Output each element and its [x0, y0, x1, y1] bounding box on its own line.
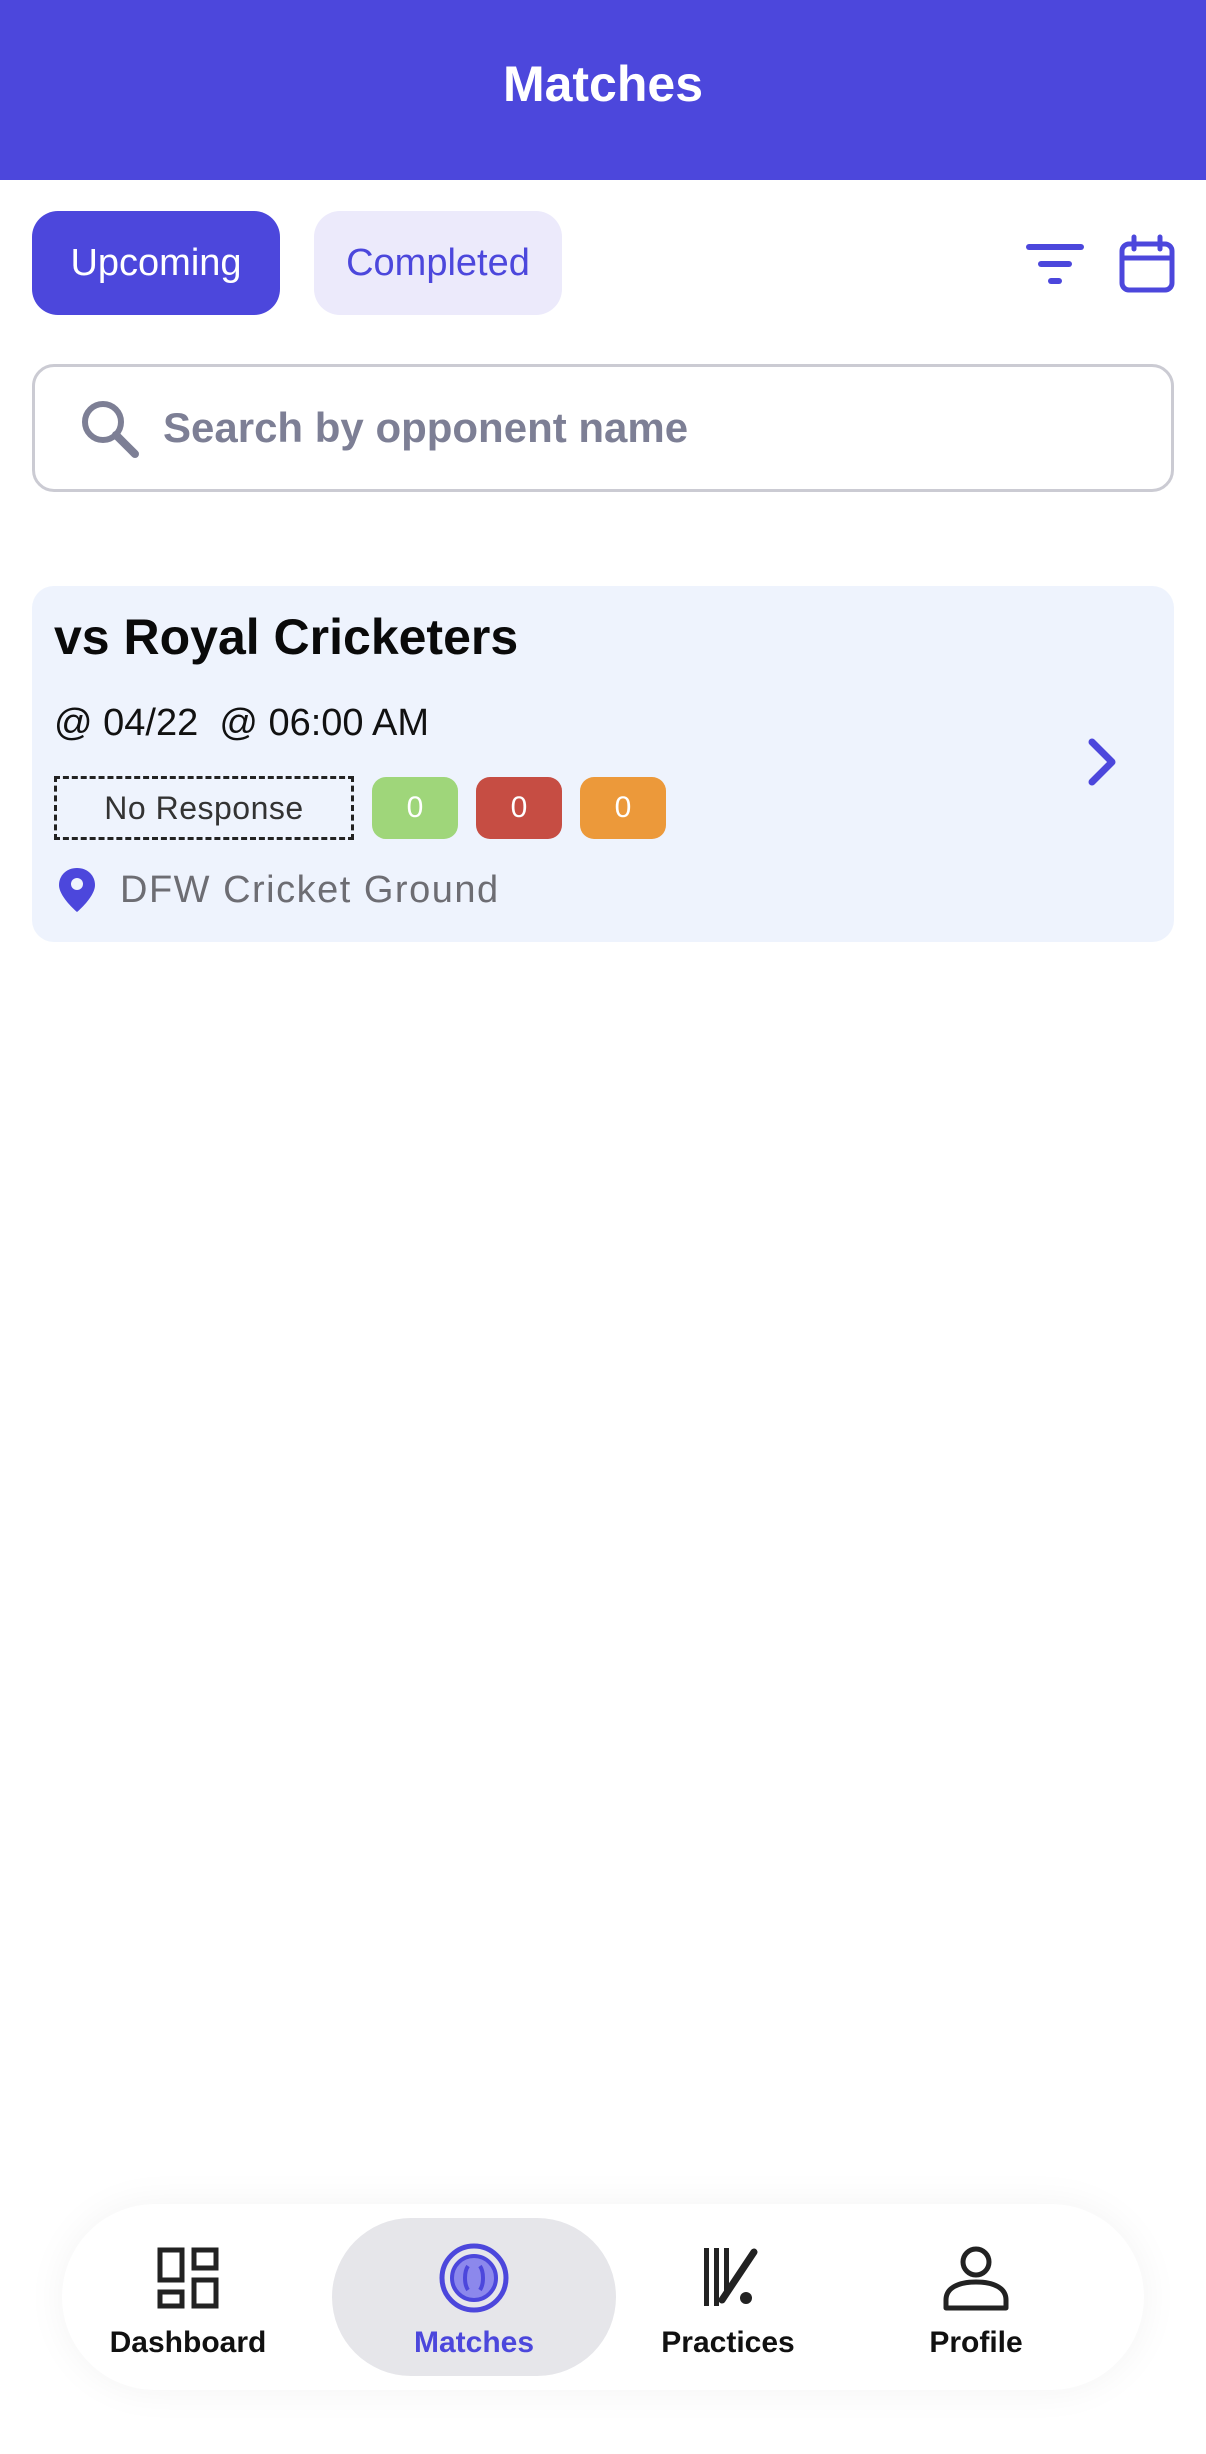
chevron-right-icon[interactable] — [1080, 730, 1126, 794]
match-card[interactable]: vs Royal Cricketers @ 04/22 @ 06:00 AM N… — [32, 586, 1174, 942]
search-input[interactable] — [163, 404, 1123, 452]
nav-label-profile: Profile — [929, 2326, 1023, 2359]
location-pin-icon — [59, 868, 95, 912]
match-datetime: @ 04/22 @ 06:00 AM — [54, 702, 430, 744]
match-status-segments: Upcoming Completed — [32, 211, 562, 315]
upcoming-tab[interactable]: Upcoming — [32, 211, 280, 315]
available-count-badge: 0 — [372, 777, 458, 839]
dashboard-icon — [157, 2247, 219, 2309]
bottom-nav: Dashboard Matches Practices Profile — [62, 2204, 1144, 2390]
venue-name: DFW Cricket Ground — [120, 868, 500, 911]
page-title: Matches — [502, 56, 704, 112]
nav-item-dashboard[interactable]: Dashboard — [108, 2218, 268, 2376]
search-box — [32, 364, 1174, 492]
filter-icon[interactable] — [1024, 234, 1086, 296]
response-summary: No Response 0 0 0 — [54, 776, 666, 840]
match-opponent-title: vs Royal Cricketers — [54, 609, 519, 665]
nav-label-matches: Matches — [413, 2326, 535, 2359]
nav-label-practices: Practices — [661, 2326, 795, 2359]
maybe-count-badge: 0 — [580, 777, 666, 839]
venue-row: DFW Cricket Ground — [54, 866, 500, 914]
response-status-badge: No Response — [54, 776, 354, 840]
profile-icon — [943, 2246, 1009, 2311]
nav-item-matches[interactable]: Matches — [332, 2218, 616, 2376]
completed-tab[interactable]: Completed — [314, 211, 562, 315]
search-icon — [82, 401, 139, 458]
nav-label-dashboard: Dashboard — [109, 2326, 267, 2359]
unavailable-count-badge: 0 — [476, 777, 562, 839]
nav-item-practices[interactable]: Practices — [640, 2218, 816, 2376]
app-header: Matches — [0, 0, 1206, 180]
matches-icon — [439, 2243, 509, 2313]
nav-item-profile[interactable]: Profile — [900, 2218, 1052, 2376]
calendar-icon[interactable] — [1116, 234, 1178, 296]
practices-icon — [704, 2248, 758, 2306]
